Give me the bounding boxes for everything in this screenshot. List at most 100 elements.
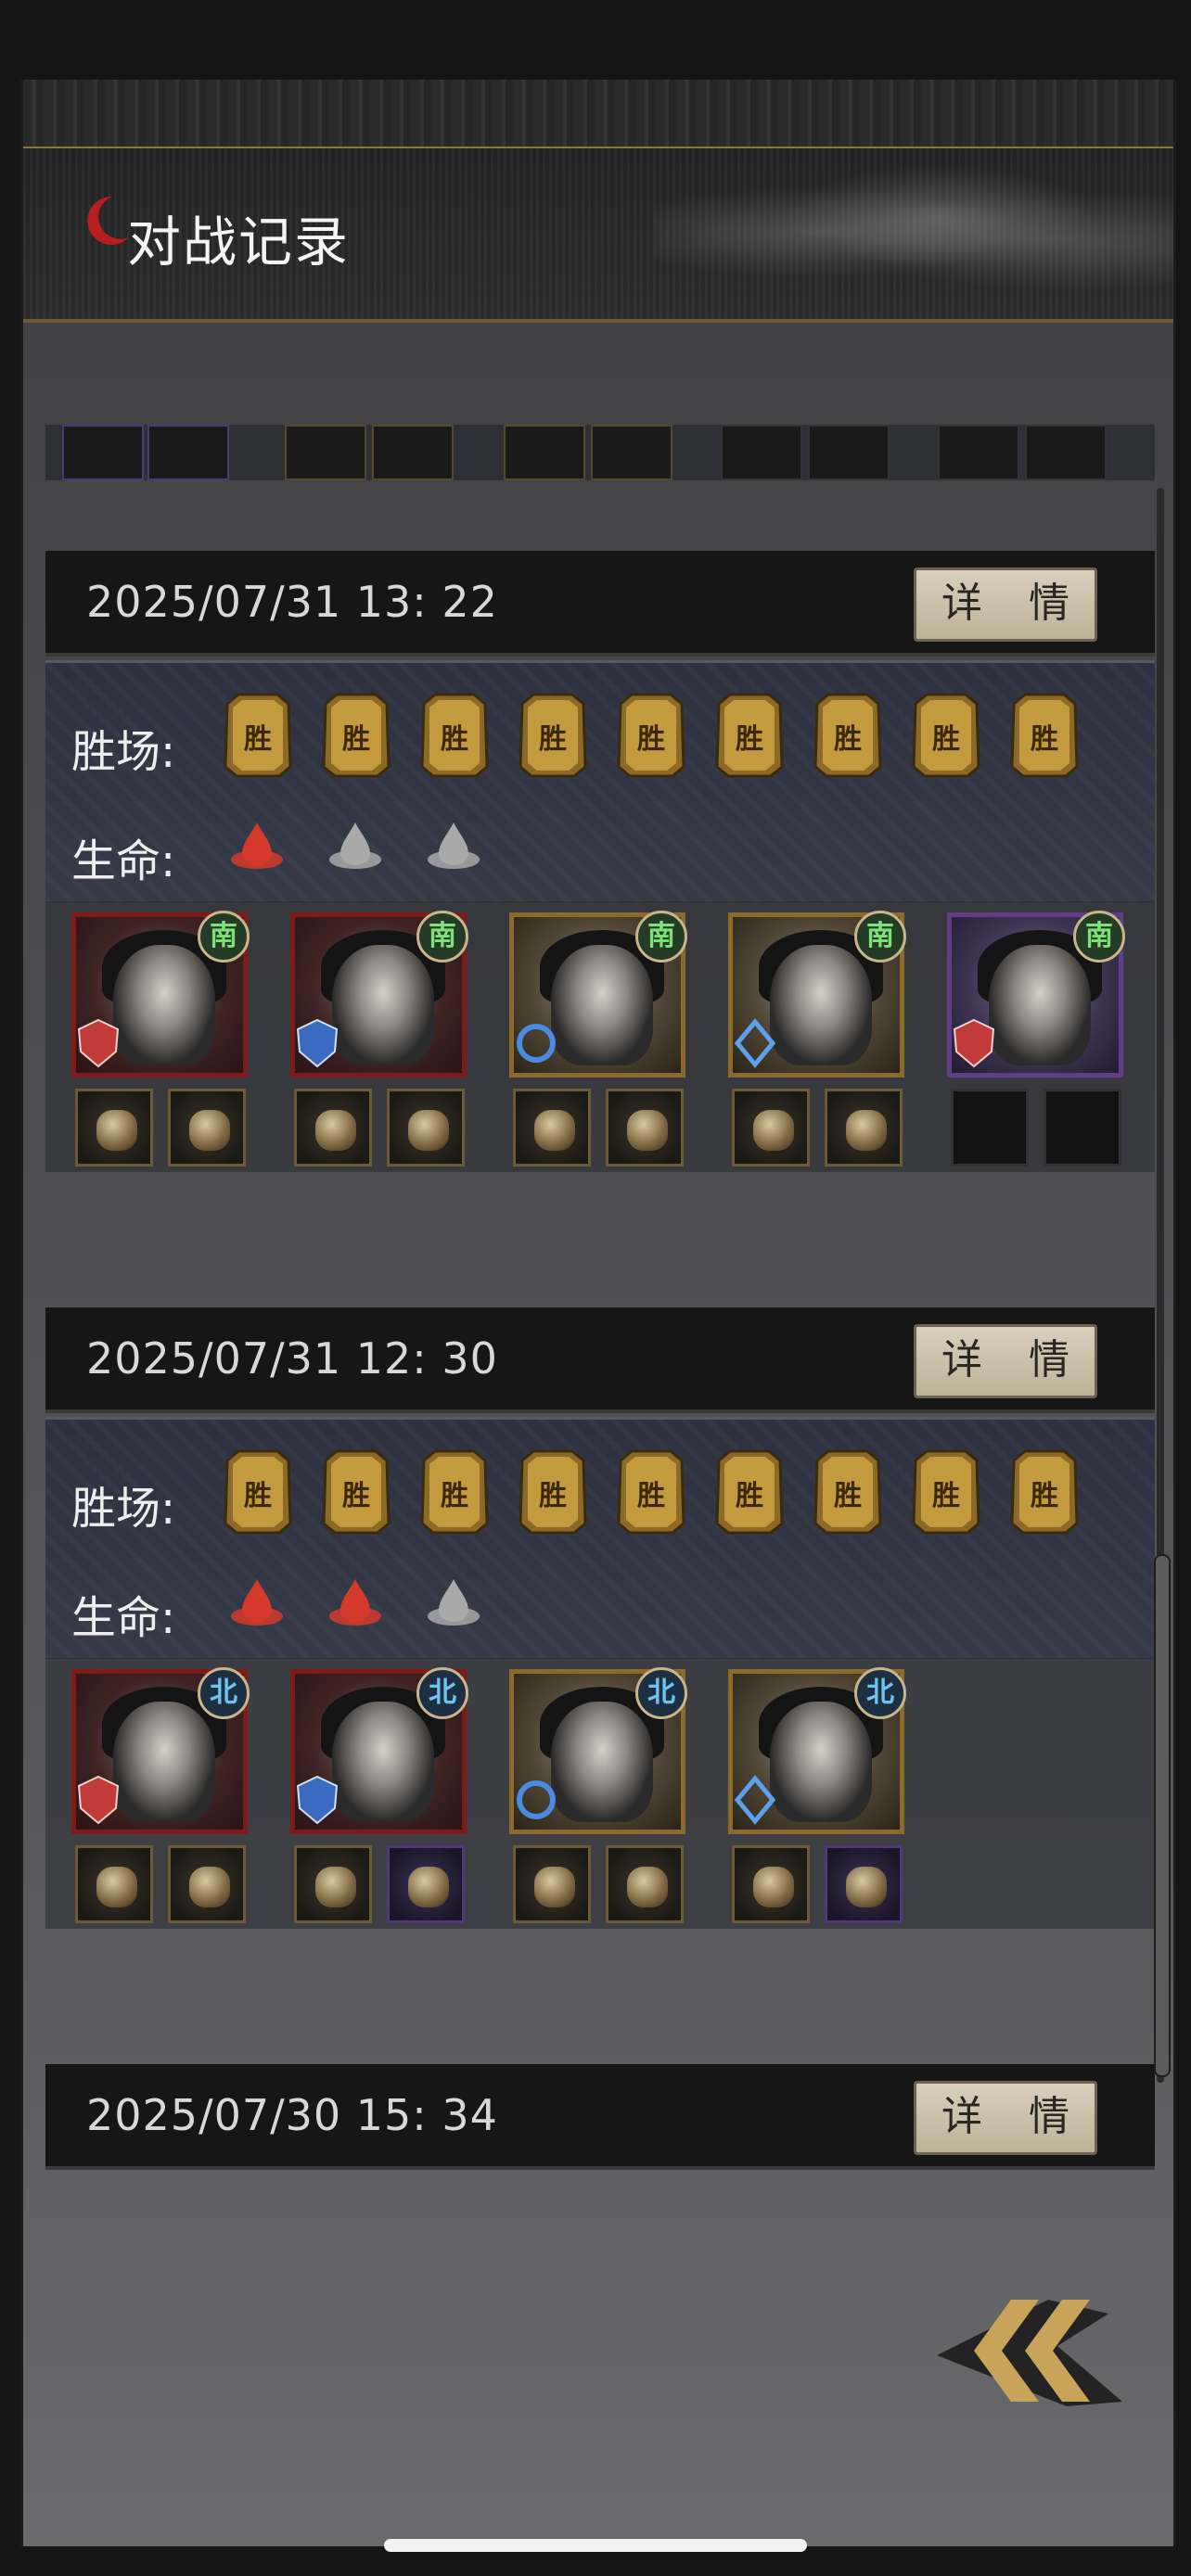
equipment-icon bbox=[534, 1867, 575, 1907]
wins-label: 胜场: bbox=[71, 1483, 176, 1535]
cloud-decoration bbox=[654, 154, 1173, 312]
equipment-slot[interactable] bbox=[825, 1089, 903, 1167]
record-header: 2025/07/31 13: 22 详 情 bbox=[45, 551, 1155, 657]
detail-button[interactable]: 详 情 bbox=[914, 1324, 1097, 1398]
hero-card[interactable]: 北 bbox=[509, 1667, 687, 1927]
equipment-slot[interactable] bbox=[732, 1845, 810, 1923]
svg-text:胜: 胜 bbox=[834, 723, 862, 756]
page-title: 对战记录 bbox=[127, 210, 351, 274]
svg-text:胜: 胜 bbox=[1031, 723, 1058, 756]
equipment-slot[interactable] bbox=[825, 1845, 903, 1923]
equipment-slot[interactable] bbox=[294, 1089, 372, 1167]
svg-text:胜: 胜 bbox=[637, 723, 665, 756]
double-chevron-left-icon bbox=[937, 2300, 1122, 2406]
win-token-icon: 胜 bbox=[513, 1447, 593, 1537]
faction-badge: 南 bbox=[1073, 911, 1125, 963]
item-slot bbox=[721, 425, 802, 480]
equipment-icon bbox=[846, 1110, 887, 1151]
item-slot bbox=[938, 425, 1019, 480]
win-token-icon: 胜 bbox=[906, 691, 986, 780]
svg-text:胜: 胜 bbox=[834, 1480, 862, 1512]
item-slot bbox=[372, 425, 454, 480]
equipment-slot[interactable] bbox=[513, 1089, 591, 1167]
equipment-icon bbox=[96, 1110, 137, 1151]
item-slot bbox=[591, 425, 672, 480]
record-header: 2025/07/30 15: 34 详 情 bbox=[45, 2064, 1155, 2170]
equipment-slot[interactable] bbox=[75, 1089, 153, 1167]
svg-text:胜: 胜 bbox=[736, 1480, 763, 1512]
panel-header: 对战记录 bbox=[23, 80, 1173, 323]
item-slot bbox=[504, 425, 585, 480]
svg-text:胜: 胜 bbox=[1031, 1480, 1058, 1512]
win-token-icon: 胜 bbox=[415, 691, 494, 780]
win-token-icon: 胜 bbox=[316, 1447, 396, 1537]
win-token-icon: 胜 bbox=[710, 691, 789, 780]
equipment-slot[interactable] bbox=[387, 1845, 465, 1923]
faction-badge: 南 bbox=[198, 911, 250, 963]
win-token-icon: 胜 bbox=[218, 691, 298, 780]
win-token-icon: 胜 bbox=[415, 1447, 494, 1537]
life-drop-icon bbox=[227, 817, 287, 876]
win-token-icon: 胜 bbox=[316, 691, 396, 780]
win-token-icon: 胜 bbox=[611, 1447, 691, 1537]
faction-badge: 北 bbox=[416, 1667, 468, 1719]
hero-card[interactable]: 南 bbox=[728, 911, 906, 1170]
hero-card[interactable]: 南 bbox=[947, 911, 1125, 1170]
faction-badge: 北 bbox=[854, 1667, 906, 1719]
item-slot bbox=[285, 425, 366, 480]
life-drop-icon bbox=[424, 817, 483, 876]
role-icon bbox=[75, 1773, 122, 1827]
record-header: 2025/07/31 12: 30 详 情 bbox=[45, 1307, 1155, 1413]
equipment-slot[interactable] bbox=[168, 1845, 246, 1923]
record-datetime: 2025/07/31 12: 30 bbox=[86, 1333, 498, 1384]
detail-button[interactable]: 详 情 bbox=[914, 567, 1097, 642]
faction-badge: 南 bbox=[416, 911, 468, 963]
hero-card[interactable]: 南 bbox=[71, 911, 250, 1170]
svg-text:胜: 胜 bbox=[539, 1480, 567, 1512]
svg-text:胜: 胜 bbox=[736, 723, 763, 756]
hero-card[interactable]: 北 bbox=[290, 1667, 468, 1927]
detail-button[interactable]: 详 情 bbox=[914, 2081, 1097, 2155]
hero-card[interactable]: 北 bbox=[728, 1667, 906, 1927]
equipment-slot[interactable] bbox=[606, 1845, 684, 1923]
equipment-icon bbox=[315, 1867, 356, 1907]
equipment-slot[interactable] bbox=[168, 1089, 246, 1167]
equipment-slot[interactable] bbox=[387, 1089, 465, 1167]
svg-text:胜: 胜 bbox=[539, 723, 567, 756]
life-label: 生命: bbox=[71, 1592, 176, 1644]
life-drop-icon bbox=[326, 1574, 385, 1633]
hero-card[interactable]: 北 bbox=[71, 1667, 250, 1927]
svg-text:胜: 胜 bbox=[244, 1480, 272, 1512]
item-slot bbox=[147, 425, 229, 480]
item-slot bbox=[62, 425, 144, 480]
faction-badge: 南 bbox=[854, 911, 906, 963]
hero-card[interactable]: 南 bbox=[290, 911, 468, 1170]
equipment-slot[interactable] bbox=[75, 1845, 153, 1923]
faction-badge: 南 bbox=[635, 911, 687, 963]
equipment-icon bbox=[408, 1110, 449, 1151]
win-token-icon: 胜 bbox=[808, 691, 888, 780]
role-icon bbox=[732, 1773, 778, 1827]
record-datetime: 2025/07/30 15: 34 bbox=[86, 2090, 498, 2140]
life-drop-icon bbox=[424, 1574, 483, 1633]
equipment-slot[interactable] bbox=[1044, 1089, 1121, 1167]
equipment-slot[interactable] bbox=[606, 1089, 684, 1167]
equipment-icon bbox=[627, 1867, 668, 1907]
svg-text:胜: 胜 bbox=[441, 1480, 468, 1512]
svg-text:胜: 胜 bbox=[441, 723, 468, 756]
role-icon bbox=[75, 1016, 122, 1070]
back-button[interactable] bbox=[909, 2244, 1132, 2429]
svg-text:胜: 胜 bbox=[342, 723, 370, 756]
svg-text:胜: 胜 bbox=[637, 1480, 665, 1512]
equipment-icon bbox=[753, 1110, 794, 1151]
role-icon bbox=[513, 1016, 559, 1070]
equipment-slot[interactable] bbox=[951, 1089, 1029, 1167]
hero-card[interactable]: 南 bbox=[509, 911, 687, 1170]
role-icon bbox=[732, 1016, 778, 1070]
home-indicator[interactable] bbox=[384, 2539, 807, 2552]
equipment-slot[interactable] bbox=[732, 1089, 810, 1167]
win-token-icon: 胜 bbox=[1005, 691, 1084, 780]
equipment-slot[interactable] bbox=[294, 1845, 372, 1923]
equipment-slot[interactable] bbox=[513, 1845, 591, 1923]
scrollbar-thumb[interactable] bbox=[1154, 1554, 1171, 2077]
